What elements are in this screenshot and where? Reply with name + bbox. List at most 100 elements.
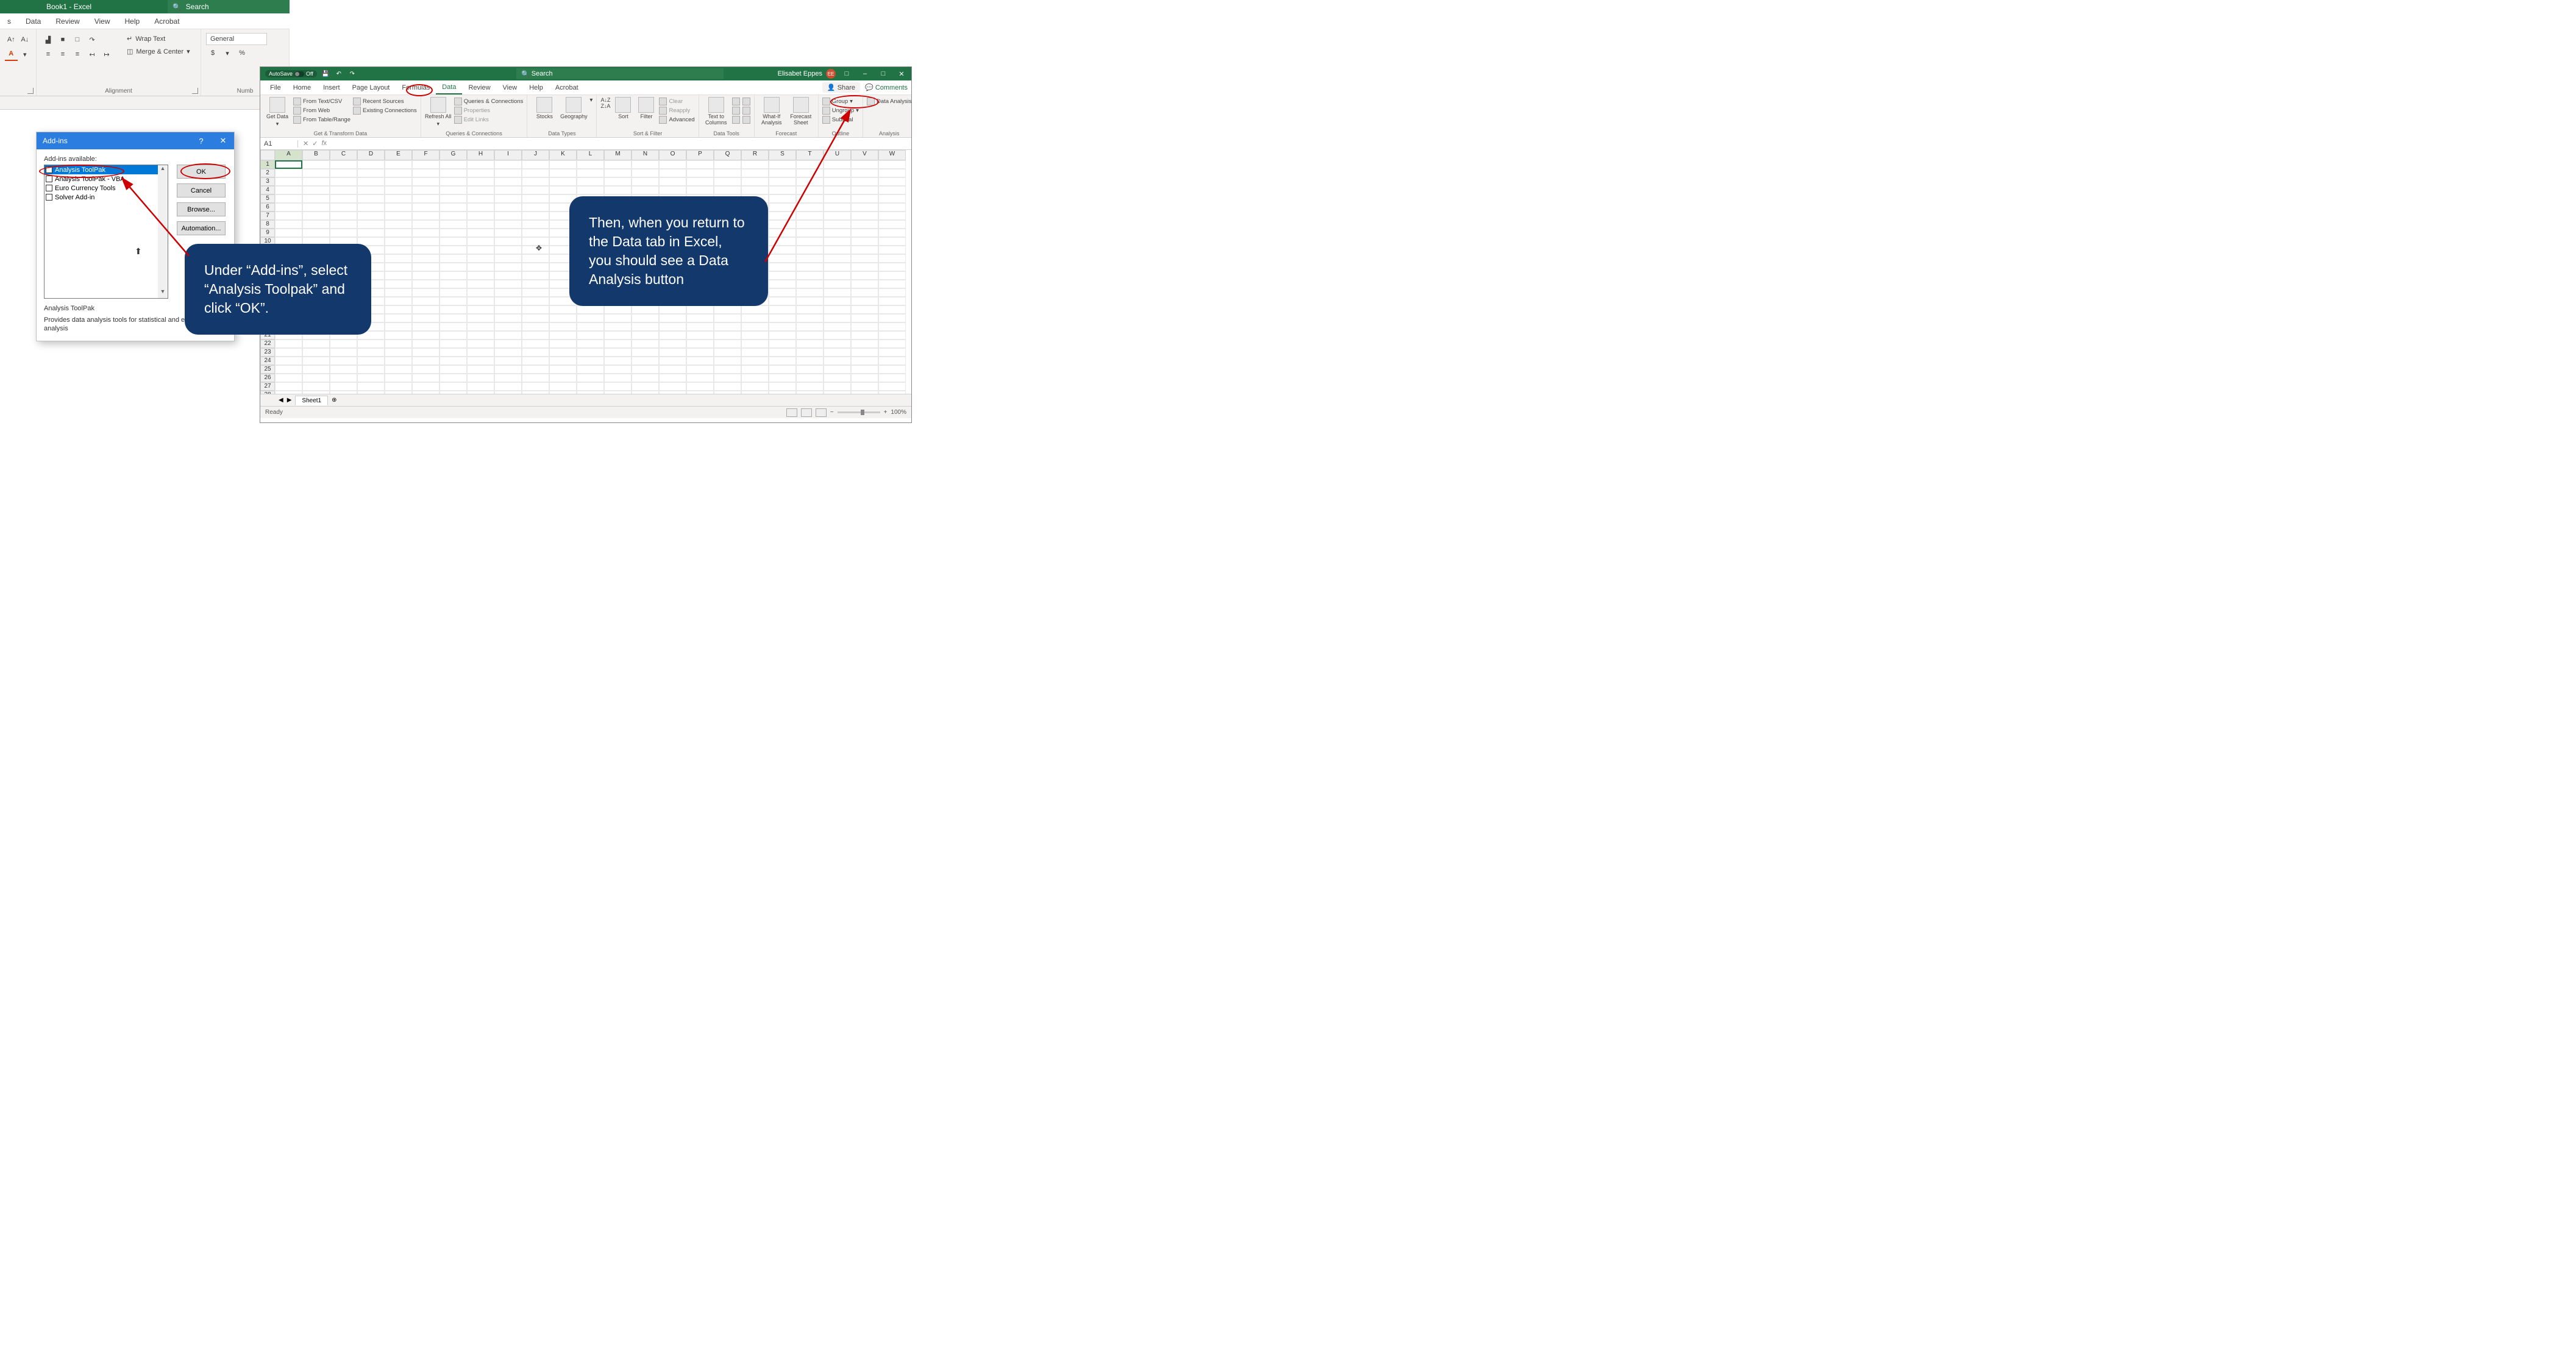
cell[interactable] [385, 365, 412, 374]
cell[interactable] [439, 220, 467, 229]
cell[interactable] [439, 365, 467, 374]
cell[interactable] [632, 382, 659, 391]
percent-button[interactable]: % [235, 46, 249, 60]
cell[interactable] [412, 263, 439, 271]
cell[interactable] [632, 160, 659, 169]
cell[interactable] [522, 212, 549, 220]
cell[interactable] [275, 391, 302, 394]
remove-dup-button[interactable] [732, 106, 740, 115]
cell[interactable] [494, 348, 522, 357]
indent-dec-button[interactable]: ↤ [85, 48, 99, 61]
cell[interactable] [796, 246, 824, 254]
cell[interactable] [714, 374, 741, 382]
align-left-button[interactable]: ≡ [41, 48, 55, 61]
minimize-button[interactable]: – [858, 67, 872, 80]
cell[interactable] [769, 271, 796, 280]
cell[interactable] [741, 314, 769, 322]
cell[interactable] [824, 280, 851, 288]
cell[interactable] [659, 160, 686, 169]
cell[interactable] [330, 203, 357, 212]
close-button[interactable]: ✕ [212, 132, 234, 149]
cell[interactable] [741, 365, 769, 374]
cell[interactable] [412, 374, 439, 382]
cell[interactable] [659, 314, 686, 322]
column-header[interactable]: R [741, 150, 769, 160]
cell[interactable] [851, 382, 878, 391]
cell[interactable] [769, 348, 796, 357]
list-item[interactable]: ✓ Analysis ToolPak [44, 165, 168, 174]
cell[interactable] [604, 382, 632, 391]
cell[interactable] [796, 229, 824, 237]
cell[interactable] [275, 160, 302, 169]
cell[interactable] [439, 229, 467, 237]
cell[interactable] [549, 305, 577, 314]
cell[interactable] [494, 237, 522, 246]
cell[interactable] [851, 263, 878, 271]
cell[interactable] [330, 169, 357, 177]
cell[interactable] [632, 314, 659, 322]
add-sheet-button[interactable]: ⊕ [332, 397, 336, 404]
cell[interactable] [659, 340, 686, 348]
cell[interactable] [824, 254, 851, 263]
cell[interactable] [796, 186, 824, 194]
cell[interactable] [851, 246, 878, 254]
cell[interactable] [686, 348, 714, 357]
cancel-button[interactable]: Cancel [177, 183, 226, 197]
column-header[interactable]: G [439, 150, 467, 160]
cell[interactable] [330, 212, 357, 220]
cell[interactable] [385, 229, 412, 237]
row-header[interactable]: 22 [260, 340, 275, 348]
cell[interactable] [412, 314, 439, 322]
tab-review[interactable]: Review [48, 17, 87, 26]
cell[interactable] [851, 280, 878, 288]
cell[interactable] [577, 357, 604, 365]
cell[interactable] [714, 305, 741, 314]
cell[interactable] [467, 177, 494, 186]
cell[interactable] [467, 391, 494, 394]
cell[interactable] [494, 203, 522, 212]
column-header[interactable]: W [878, 150, 906, 160]
cell[interactable] [357, 357, 385, 365]
merge-center-button[interactable]: ◫Merge & Center ▾ [123, 46, 194, 57]
cell[interactable] [522, 365, 549, 374]
cell[interactable] [769, 322, 796, 331]
cell[interactable] [604, 331, 632, 340]
cell[interactable] [686, 374, 714, 382]
subtotal-button[interactable]: Subtotal [822, 115, 859, 124]
cell[interactable] [714, 382, 741, 391]
cell[interactable] [632, 391, 659, 394]
cell[interactable] [522, 314, 549, 322]
cell[interactable] [604, 177, 632, 186]
column-header[interactable]: D [357, 150, 385, 160]
cell[interactable] [796, 194, 824, 203]
cell[interactable] [385, 271, 412, 280]
search-box[interactable]: 🔍 Search [516, 68, 724, 79]
cell[interactable] [878, 160, 906, 169]
browse-button[interactable]: Browse... [177, 202, 226, 216]
cell[interactable] [549, 357, 577, 365]
cell[interactable] [851, 203, 878, 212]
tab-file[interactable]: File [264, 82, 287, 94]
cell[interactable] [714, 177, 741, 186]
cell[interactable] [494, 186, 522, 194]
cell[interactable] [604, 322, 632, 331]
zoom-in-button[interactable]: + [884, 409, 888, 416]
cell[interactable] [494, 314, 522, 322]
cell[interactable] [824, 382, 851, 391]
cell[interactable] [686, 314, 714, 322]
cell[interactable] [824, 160, 851, 169]
cell[interactable] [467, 382, 494, 391]
cell[interactable] [275, 220, 302, 229]
cell[interactable] [549, 177, 577, 186]
dialog-launcher-icon[interactable] [192, 88, 198, 94]
cell[interactable] [522, 340, 549, 348]
cell[interactable] [412, 186, 439, 194]
cell[interactable] [494, 254, 522, 263]
cell[interactable] [824, 365, 851, 374]
cell[interactable] [604, 340, 632, 348]
cell[interactable] [577, 322, 604, 331]
cell[interactable] [741, 169, 769, 177]
cell[interactable] [385, 331, 412, 340]
row-header[interactable]: 9 [260, 229, 275, 237]
cell[interactable] [494, 288, 522, 297]
